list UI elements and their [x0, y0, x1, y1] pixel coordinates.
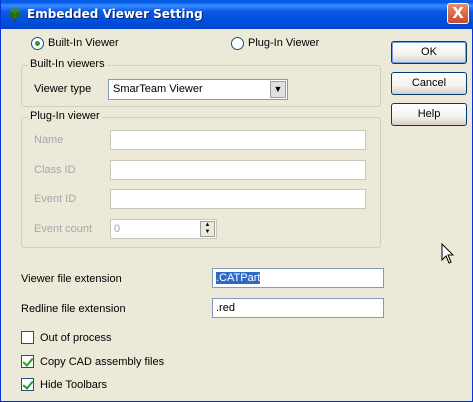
class-id-label: Class ID — [34, 164, 76, 176]
event-count-value: 0 — [114, 223, 121, 235]
ok-button[interactable]: OK — [391, 41, 467, 64]
class-id-field[interactable] — [110, 160, 366, 180]
copy-cad-assembly-label[interactable]: Copy CAD assembly files — [40, 356, 164, 368]
plugin-viewer-radio[interactable] — [231, 37, 244, 50]
builtin-viewers-group-title: Built-In viewers — [28, 58, 107, 70]
spin-arrows-icon[interactable]: ▲ ▼ — [200, 221, 215, 237]
builtin-viewer-label[interactable]: Built-In Viewer — [48, 37, 119, 49]
builtin-viewer-radio[interactable] — [31, 37, 44, 50]
name-field[interactable] — [110, 130, 366, 150]
viewer-type-select[interactable]: SmarTeam Viewer ▼ — [108, 79, 288, 100]
copy-cad-assembly-checkbox[interactable] — [21, 355, 34, 368]
viewer-extension-value: .CATPart — [216, 272, 261, 284]
close-icon: X — [452, 4, 464, 22]
mouse-pointer-icon — [441, 243, 455, 264]
redline-extension-field[interactable]: .red — [212, 298, 384, 318]
chevron-down-icon[interactable]: ▼ — [270, 81, 286, 98]
viewer-extension-label: Viewer file extension — [21, 273, 122, 285]
plugin-viewer-group-title: Plug-In viewer — [28, 110, 102, 122]
window-title: Embedded Viewer Setting — [27, 7, 203, 21]
event-id-field[interactable] — [110, 189, 366, 209]
name-label: Name — [34, 134, 64, 146]
close-button[interactable]: X — [447, 3, 469, 24]
viewer-type-label: Viewer type — [34, 83, 92, 95]
tree-app-icon — [9, 8, 21, 22]
event-id-label: Event ID — [34, 193, 77, 205]
event-count-stepper[interactable]: 0 ▲ ▼ — [110, 219, 217, 239]
hide-toolbars-checkbox[interactable] — [21, 378, 34, 391]
plugin-viewer-label[interactable]: Plug-In Viewer — [248, 37, 319, 49]
viewer-extension-field[interactable]: .CATPart — [212, 268, 384, 288]
redline-extension-label: Redline file extension — [21, 303, 126, 315]
out-of-process-checkbox[interactable] — [21, 331, 34, 344]
dialog-window: Embedded Viewer Setting X Built-In Viewe… — [0, 0, 473, 402]
cancel-button[interactable]: Cancel — [391, 72, 467, 95]
title-bar[interactable]: Embedded Viewer Setting X — [1, 0, 473, 29]
out-of-process-label[interactable]: Out of process — [40, 332, 112, 344]
viewer-type-value: SmarTeam Viewer — [113, 83, 203, 95]
hide-toolbars-label[interactable]: Hide Toolbars — [40, 379, 107, 391]
help-button[interactable]: Help — [391, 103, 467, 126]
event-count-label: Event count — [34, 223, 93, 235]
